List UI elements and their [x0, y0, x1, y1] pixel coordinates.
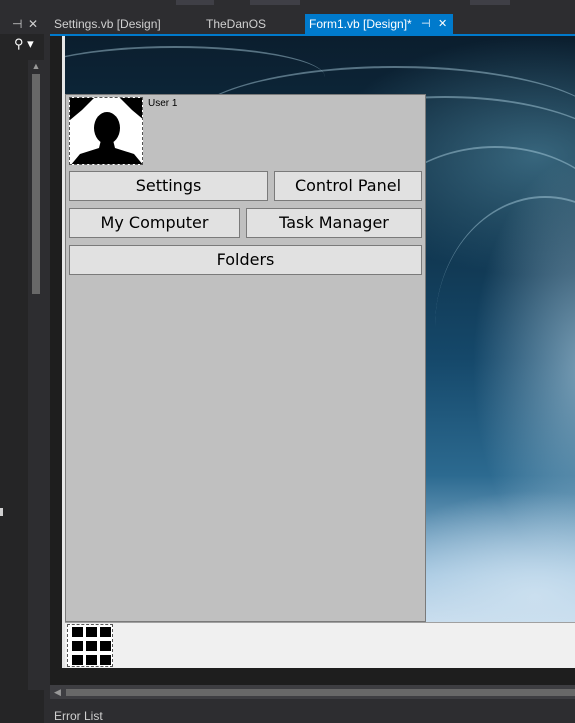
- panel-pin-icon[interactable]: ⊣: [12, 14, 22, 34]
- my-computer-button[interactable]: My Computer: [69, 208, 240, 238]
- search-icon[interactable]: ⚲ ▾: [14, 36, 44, 54]
- user-silhouette-icon: [70, 98, 142, 164]
- tab-settings-design[interactable]: Settings.vb [Design]: [50, 14, 200, 34]
- top-toolbar-strip: [0, 0, 575, 14]
- tab-thedanos[interactable]: TheDanOS: [202, 14, 302, 34]
- user-name-label: User 1: [148, 98, 178, 109]
- taskbar: [65, 622, 575, 668]
- panel-edge-marker: [0, 508, 3, 516]
- tab-label: TheDanOS: [206, 17, 267, 31]
- error-list-tab[interactable]: Error List: [54, 709, 103, 723]
- tab-pin-icon[interactable]: ⊣: [421, 14, 431, 34]
- scroll-up-icon[interactable]: ▲: [29, 60, 43, 72]
- tab-label: Form1.vb [Design]*: [309, 17, 412, 31]
- vertical-scroll-thumb[interactable]: [32, 74, 40, 294]
- panel-divider: [50, 699, 575, 709]
- panel-close-icon[interactable]: ✕: [28, 14, 38, 34]
- horizontal-scroll-thumb[interactable]: [66, 689, 575, 696]
- document-tab-bar: ⊣ ✕ Settings.vb [Design] TheDanOS Form1.…: [0, 14, 575, 34]
- scroll-left-icon[interactable]: ◀: [54, 685, 64, 699]
- panel-header-icons: ⊣ ✕: [0, 14, 48, 34]
- tab-form1-design[interactable]: Form1.vb [Design]* ⊣ ✕: [305, 14, 453, 34]
- tab-label: Settings.vb [Design]: [54, 17, 161, 31]
- tab-close-icon[interactable]: ✕: [438, 14, 447, 34]
- task-manager-button[interactable]: Task Manager: [246, 208, 422, 238]
- start-button[interactable]: [67, 624, 113, 667]
- settings-button[interactable]: Settings: [69, 171, 268, 201]
- folders-button[interactable]: Folders: [69, 245, 422, 275]
- user-avatar[interactable]: [69, 97, 143, 165]
- control-panel-button[interactable]: Control Panel: [274, 171, 422, 201]
